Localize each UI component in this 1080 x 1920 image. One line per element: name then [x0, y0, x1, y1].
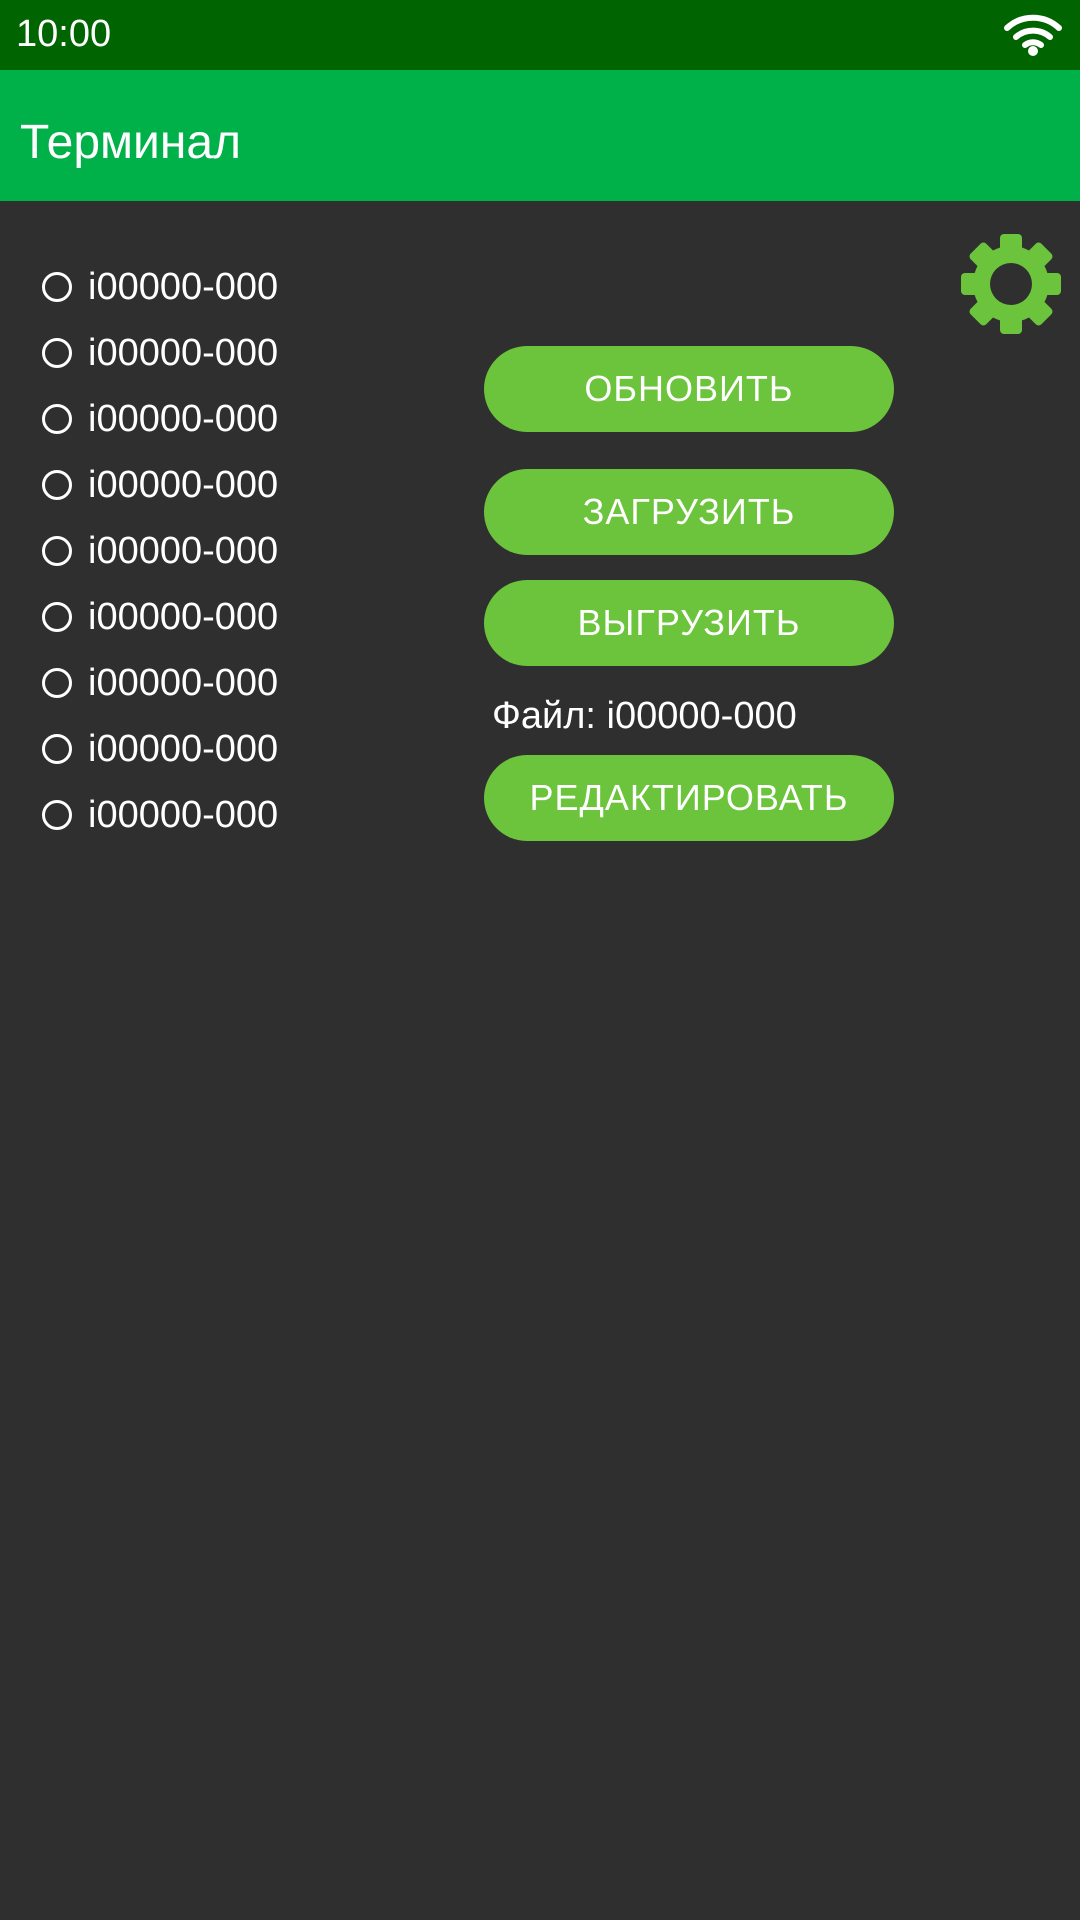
file-radio-label: i00000-000: [88, 398, 279, 440]
app-bar: Терминал: [0, 70, 1080, 201]
radio-button-icon: [42, 536, 72, 566]
file-radio-label: i00000-000: [88, 662, 279, 704]
radio-button-icon: [42, 734, 72, 764]
file-name: i00000-000: [606, 695, 797, 737]
wifi-icon: [1004, 14, 1062, 56]
radio-button-icon: [42, 800, 72, 830]
file-radio-label: i00000-000: [88, 332, 279, 374]
file-radio-label: i00000-000: [88, 596, 279, 638]
file-radio-option[interactable]: i00000-000: [42, 584, 278, 650]
file-radio-option[interactable]: i00000-000: [42, 320, 278, 386]
file-radio-option[interactable]: i00000-000: [42, 254, 278, 320]
file-radio-option[interactable]: i00000-000: [42, 386, 278, 452]
settings-button[interactable]: [955, 228, 1067, 340]
file-label: Файл:: [492, 695, 607, 737]
file-radio-option[interactable]: i00000-000: [42, 782, 278, 848]
file-radio-label: i00000-000: [88, 794, 279, 836]
download-button[interactable]: ЗАГРУЗИТЬ: [484, 469, 894, 555]
file-radio-label: i00000-000: [88, 464, 279, 506]
radio-button-icon: [42, 668, 72, 698]
edit-button[interactable]: РЕДАКТИРОВАТЬ: [484, 755, 894, 841]
refresh-button[interactable]: ОБНОВИТЬ: [484, 346, 894, 432]
status-bar: 10:00: [0, 0, 1080, 70]
radio-button-icon: [42, 338, 72, 368]
upload-button[interactable]: ВЫГРУЗИТЬ: [484, 580, 894, 666]
radio-button-icon: [42, 602, 72, 632]
selected-file-line: Файл: i00000-000: [492, 693, 797, 739]
radio-button-icon: [42, 272, 72, 302]
status-time: 10:00: [16, 13, 112, 55]
file-radio-label: i00000-000: [88, 728, 279, 770]
radio-button-icon: [42, 470, 72, 500]
file-radio-option[interactable]: i00000-000: [42, 650, 278, 716]
file-radio-label: i00000-000: [88, 530, 279, 572]
file-radio-option[interactable]: i00000-000: [42, 452, 278, 518]
file-radio-option[interactable]: i00000-000: [42, 716, 278, 782]
file-radio-label: i00000-000: [88, 266, 279, 308]
app-title: Терминал: [20, 116, 242, 169]
file-radio-list: i00000-000 i00000-000 i00000-000 i00000-…: [42, 254, 278, 848]
file-radio-option[interactable]: i00000-000: [42, 518, 278, 584]
gear-icon: [961, 234, 1061, 334]
radio-button-icon: [42, 404, 72, 434]
